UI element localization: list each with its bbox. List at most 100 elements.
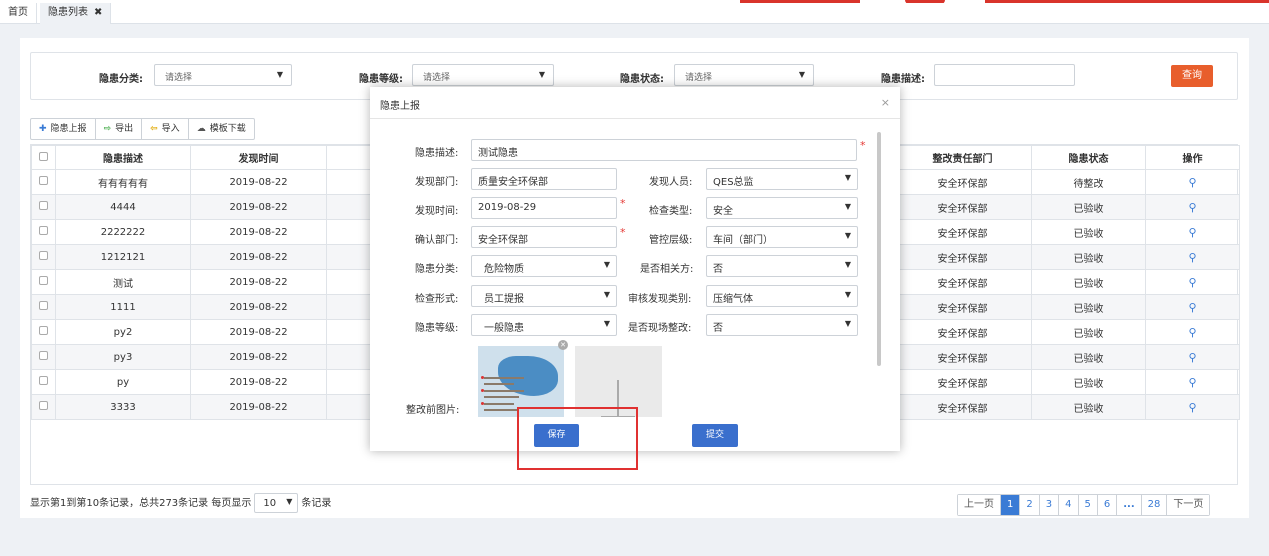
page-1-button[interactable]: 1 bbox=[1001, 495, 1021, 515]
cell-status: 已验收 bbox=[1031, 369, 1146, 395]
related-select[interactable]: 否 ▼ bbox=[706, 255, 858, 277]
row-checkbox[interactable] bbox=[31, 244, 56, 270]
tab-hazard-list-label: 隐患列表 bbox=[48, 7, 88, 18]
level-select[interactable]: 一般隐患 ▼ bbox=[471, 314, 617, 336]
row-checkbox[interactable] bbox=[31, 394, 56, 420]
desc-label: 隐患描述: bbox=[415, 148, 459, 159]
search-icon[interactable]: ⚲ bbox=[1188, 226, 1196, 239]
cell-desc: 2222222 bbox=[55, 219, 191, 245]
onsite-select[interactable]: 否 ▼ bbox=[706, 314, 858, 336]
category-filter-value: 请选择 bbox=[165, 73, 193, 83]
search-icon[interactable]: ⚲ bbox=[1188, 376, 1196, 389]
search-icon[interactable]: ⚲ bbox=[1188, 251, 1196, 264]
chevron-down-icon: ▼ bbox=[603, 290, 610, 299]
column-header-desc[interactable]: 隐患描述 bbox=[55, 145, 191, 170]
column-header-time[interactable]: 发现时间 bbox=[190, 145, 327, 170]
page-4-button[interactable]: 4 bbox=[1059, 495, 1079, 515]
cell-desc: 4444 bbox=[55, 194, 191, 220]
check-type-select[interactable]: 安全 ▼ bbox=[706, 197, 858, 219]
row-checkbox[interactable] bbox=[31, 194, 56, 220]
import-button[interactable]: ⇦ 导入 bbox=[142, 119, 189, 139]
chevron-down-icon: ▼ bbox=[603, 319, 610, 328]
page-5-button[interactable]: 5 bbox=[1078, 495, 1098, 515]
control-level-select[interactable]: 车间（部门） ▼ bbox=[706, 226, 858, 248]
next-page-button[interactable]: 下一页 bbox=[1167, 495, 1210, 515]
finder-select[interactable]: QES总监 ▼ bbox=[706, 168, 858, 190]
close-icon[interactable]: × bbox=[881, 96, 890, 109]
confirm-dept-input[interactable]: 安全环保部 bbox=[471, 226, 617, 248]
required-mark: * bbox=[620, 226, 626, 239]
cell-status: 待整改 bbox=[1031, 169, 1146, 195]
row-checkbox[interactable] bbox=[31, 269, 56, 295]
cell-dept: 安全环保部 bbox=[893, 244, 1032, 270]
level-value: 一般隐患 bbox=[484, 323, 524, 334]
cell-dept: 安全环保部 bbox=[893, 194, 1032, 220]
page-6-button[interactable]: 6 bbox=[1097, 495, 1118, 515]
cell-time: 2019-08-22 bbox=[190, 369, 327, 395]
row-checkbox[interactable] bbox=[31, 169, 56, 195]
tab-home[interactable]: 首页 bbox=[0, 3, 37, 24]
related-label: 是否相关方: bbox=[640, 264, 694, 275]
level-filter-label: 隐患等级: bbox=[359, 74, 403, 85]
search-icon[interactable]: ⚲ bbox=[1188, 301, 1196, 314]
search-icon[interactable]: ⚲ bbox=[1188, 201, 1196, 214]
cell-action: ⚲ bbox=[1145, 194, 1240, 220]
category-filter-select[interactable]: 请选择 ▼ bbox=[154, 64, 292, 86]
dialog-title: 隐患上报 bbox=[380, 101, 420, 112]
desc-input[interactable]: 测试隐患 bbox=[471, 139, 857, 161]
chevron-down-icon: ▼ bbox=[844, 260, 851, 269]
audit-type-select[interactable]: 压缩气体 ▼ bbox=[706, 285, 858, 307]
required-mark: * bbox=[860, 139, 866, 152]
column-header-dept[interactable]: 整改责任部门 bbox=[893, 145, 1032, 170]
confirm-dept-label: 确认部门: bbox=[415, 235, 459, 246]
audit-type-value: 压缩气体 bbox=[713, 294, 753, 305]
query-button[interactable]: 查询 bbox=[1171, 65, 1213, 87]
column-header-status[interactable]: 隐患状态 bbox=[1031, 145, 1146, 170]
report-button[interactable]: ✚ 隐患上报 bbox=[31, 119, 96, 139]
cell-status: 已验收 bbox=[1031, 394, 1146, 420]
tab-hazard-list[interactable]: 隐患列表 ✖ bbox=[40, 3, 112, 24]
desc-filter-input[interactable] bbox=[934, 64, 1075, 86]
onsite-value: 否 bbox=[713, 323, 723, 334]
page-28-button[interactable]: 28 bbox=[1141, 495, 1168, 515]
pagination-info: 显示第1到第10条记录，总共273条记录 每页显示 10 ▼ 条记录 bbox=[30, 493, 331, 513]
cell-dept: 安全环保部 bbox=[893, 169, 1032, 195]
template-download-button[interactable]: ☁ 模板下载 bbox=[189, 119, 254, 139]
search-icon[interactable]: ⚲ bbox=[1188, 276, 1196, 289]
export-button[interactable]: ⇨ 导出 bbox=[96, 119, 143, 139]
cell-desc: py2 bbox=[55, 319, 191, 345]
close-tab-icon[interactable]: ✖ bbox=[94, 7, 102, 18]
cell-dept: 安全环保部 bbox=[893, 319, 1032, 345]
row-checkbox[interactable] bbox=[31, 294, 56, 320]
search-icon[interactable]: ⚲ bbox=[1188, 401, 1196, 414]
find-dept-input[interactable]: 质量安全环保部 bbox=[471, 168, 617, 190]
search-icon[interactable]: ⚲ bbox=[1188, 351, 1196, 364]
level-filter-select[interactable]: 请选择 ▼ bbox=[412, 64, 554, 86]
find-time-input[interactable]: 2019-08-29 bbox=[471, 197, 617, 219]
remove-image-icon[interactable]: ✕ bbox=[558, 340, 568, 350]
page-3-button[interactable]: 3 bbox=[1039, 495, 1060, 515]
cell-desc: py3 bbox=[55, 344, 191, 370]
prev-page-button[interactable]: 上一页 bbox=[958, 495, 1001, 515]
submit-button[interactable]: 提交 bbox=[692, 424, 738, 447]
select-all-checkbox[interactable] bbox=[31, 145, 56, 170]
export-button-label: 导出 bbox=[115, 124, 134, 134]
status-filter-select[interactable]: 请选择 ▼ bbox=[674, 64, 814, 86]
category-select[interactable]: 危险物质 ▼ bbox=[471, 255, 617, 277]
row-checkbox[interactable] bbox=[31, 319, 56, 345]
dialog-scrollbar[interactable] bbox=[877, 132, 881, 366]
level-label: 隐患等级: bbox=[415, 323, 459, 334]
search-icon[interactable]: ⚲ bbox=[1188, 326, 1196, 339]
cell-action: ⚲ bbox=[1145, 269, 1240, 295]
row-checkbox[interactable] bbox=[31, 219, 56, 245]
row-checkbox[interactable] bbox=[31, 369, 56, 395]
chevron-down-icon: ▼ bbox=[276, 70, 283, 79]
check-form-select[interactable]: 员工提报 ▼ bbox=[471, 285, 617, 307]
search-icon[interactable]: ⚲ bbox=[1188, 176, 1196, 189]
page-2-button[interactable]: 2 bbox=[1020, 495, 1040, 515]
row-checkbox[interactable] bbox=[31, 344, 56, 370]
page-size-select[interactable]: 10 ▼ bbox=[254, 493, 299, 513]
cell-action: ⚲ bbox=[1145, 319, 1240, 345]
cell-status: 已验收 bbox=[1031, 219, 1146, 245]
page-ellipsis[interactable]: ... bbox=[1117, 495, 1142, 515]
